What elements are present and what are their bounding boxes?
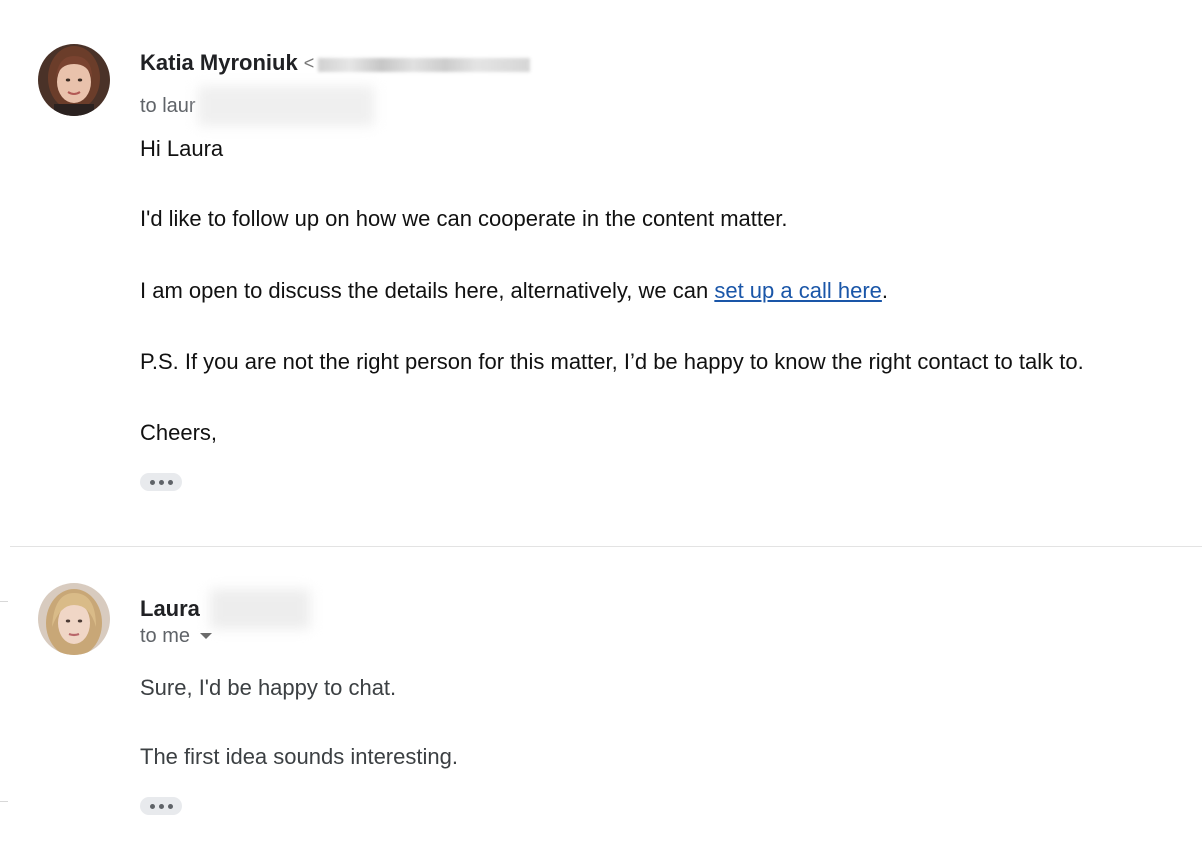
- message-divider: [10, 546, 1202, 547]
- body-text-fragment: I am open to discuss the details here, a…: [140, 278, 715, 303]
- redacted-recipient: [197, 86, 374, 126]
- ellipsis-icon: [149, 479, 155, 485]
- show-trimmed-content-button[interactable]: [140, 473, 182, 491]
- sender-name[interactable]: Laura: [140, 596, 200, 622]
- show-trimmed-content-button[interactable]: [140, 797, 182, 815]
- body-paragraph: Sure, I'd be happy to chat.: [140, 675, 397, 700]
- sender-avatar[interactable]: [38, 44, 110, 116]
- body-text-fragment: .: [881, 278, 889, 303]
- ellipsis-dot: [167, 803, 173, 809]
- body-paragraph: The first idea sounds interesting.: [140, 744, 458, 769]
- recipient-label: to me: [140, 625, 191, 647]
- sender-email-open: <: [303, 52, 315, 73]
- ellipsis-dot: [167, 479, 173, 485]
- ellipsis-dot: [158, 479, 164, 485]
- signoff-line: Cheers,: [140, 420, 218, 445]
- greeting-line: Hi Laura: [140, 136, 224, 161]
- recipient-row: to me: [140, 625, 213, 648]
- body-paragraph: I am open to discuss the details here, a…: [140, 278, 888, 304]
- sender-avatar[interactable]: [38, 583, 110, 655]
- sender-name-row: Katia Myroniuk <: [140, 50, 531, 76]
- call-link[interactable]: set up a call here: [714, 278, 882, 303]
- email-message: Laura to me Sure, I'd be happy to chat. …: [0, 548, 1202, 863]
- body-paragraph: P.S. If you are not the right person for…: [140, 349, 1084, 374]
- caret-down-icon[interactable]: [200, 632, 213, 639]
- recipient-row: to laur: [140, 86, 374, 126]
- redacted-sender-email: [318, 58, 531, 72]
- ellipsis-dot: [158, 803, 164, 809]
- sender-name[interactable]: Katia Myroniuk: [140, 50, 298, 76]
- recipient-label: to laur: [140, 94, 196, 117]
- ellipsis-icon: [149, 803, 155, 809]
- redacted-sender-surname: [209, 589, 310, 629]
- sender-name-row: Laura: [140, 589, 310, 629]
- body-paragraph: I'd like to follow up on how we can coop…: [140, 206, 788, 231]
- email-message: Katia Myroniuk < to laur Hi Laura I'd li…: [0, 0, 1202, 546]
